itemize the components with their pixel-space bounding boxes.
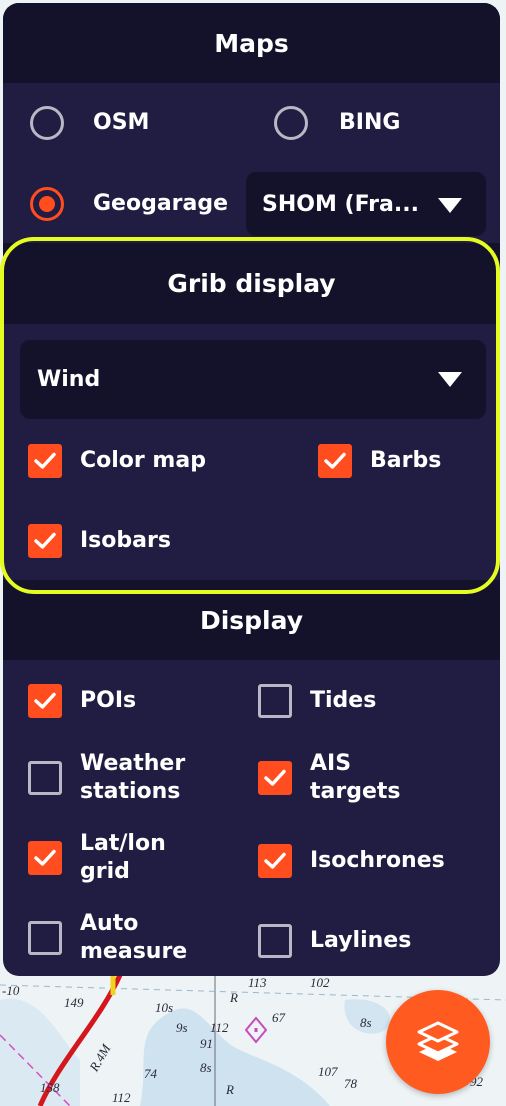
maps-section-header: Maps (3, 3, 500, 83)
grib-section-header: Grib display (3, 243, 500, 324)
chart-depth-label: 107 (318, 1064, 338, 1079)
check-icon (34, 692, 56, 709)
display-isochrones-option[interactable]: Isochrones (258, 844, 445, 878)
grib-isobars-option[interactable]: Isobars (28, 524, 171, 558)
chart-depth-label: 102 (310, 975, 330, 990)
laylines-checkbox[interactable] (258, 924, 292, 958)
chart-depth-label: R (226, 1082, 234, 1097)
display-lat-lon-grid-option[interactable]: Lat/lon grid (28, 830, 166, 886)
display-auto-measure-option[interactable]: Auto measure (28, 910, 187, 966)
chart-depth-label: 112 (112, 1090, 131, 1105)
ais-targets-label: AIS targets (310, 751, 401, 804)
lat-lon-grid-label: Lat/lon grid (80, 831, 166, 884)
chart-depth-label: 91 (200, 1036, 213, 1051)
display-section-header: Display (3, 580, 500, 660)
chart-depth-label: 158 (40, 1080, 60, 1095)
chart-depth-label: 113 (248, 975, 267, 990)
grib-parameter-value: Wind (37, 367, 101, 392)
auto-measure-checkbox[interactable] (28, 921, 62, 955)
geogarage-source-value: SHOM (Fra... (262, 191, 419, 217)
osm-radio[interactable] (30, 106, 64, 140)
color-map-checkbox[interactable] (28, 444, 62, 478)
display-weather-stations-option[interactable]: Weather stations (28, 750, 185, 806)
geogarage-radio[interactable] (30, 187, 64, 221)
tides-checkbox[interactable] (258, 684, 292, 718)
bing-radio[interactable] (274, 106, 308, 140)
chart-depth-label: 149 (64, 995, 84, 1010)
display-tides-option[interactable]: Tides (258, 684, 376, 718)
layers-button[interactable] (386, 990, 490, 1094)
check-icon (34, 849, 56, 866)
layers-icon (417, 1021, 459, 1061)
weather-stations-checkbox[interactable] (28, 761, 62, 795)
isochrones-label: Isochrones (310, 848, 445, 873)
color-map-label: Color map (80, 448, 206, 473)
chart-depth-label: 10s (155, 1000, 174, 1015)
chart-depth-label: 74 (144, 1066, 157, 1081)
check-icon (264, 852, 286, 869)
chart-depth-label: R (230, 990, 238, 1005)
chart-depth-label: 8s (360, 1015, 372, 1030)
pois-label: POIs (80, 688, 137, 713)
chart-depth-label: 112 (210, 1020, 229, 1035)
osm-option[interactable]: OSM (30, 106, 149, 140)
ais-targets-checkbox[interactable] (258, 761, 292, 795)
display-pois-option[interactable]: POIs (28, 684, 136, 718)
geogarage-option[interactable]: Geogarage (30, 187, 228, 221)
isobars-label: Isobars (80, 528, 171, 553)
barbs-checkbox[interactable] (318, 444, 352, 478)
bing-option[interactable]: BING (274, 106, 400, 140)
check-icon (264, 769, 286, 786)
chevron-down-icon (438, 372, 462, 387)
weather-stations-label: Weather stations (80, 751, 186, 804)
map-layers-panel: Maps OSM BING Geogarage SHOM (Fra... Gri… (3, 3, 500, 976)
chart-depth-label: 78 (344, 1076, 357, 1091)
check-icon (34, 452, 56, 469)
pois-checkbox[interactable] (28, 684, 62, 718)
tides-label: Tides (310, 688, 377, 713)
display-laylines-option[interactable]: Laylines (258, 924, 411, 958)
osm-label: OSM (93, 110, 150, 135)
chart-depth-label: 67 (272, 1010, 285, 1025)
chart-depth-label: 9s (176, 1020, 188, 1035)
bing-label: BING (339, 110, 401, 135)
check-icon (34, 532, 56, 549)
chevron-down-icon (438, 198, 462, 213)
geogarage-source-dropdown[interactable]: SHOM (Fra... (246, 172, 486, 236)
barbs-label: Barbs (370, 448, 442, 473)
isochrones-checkbox[interactable] (258, 844, 292, 878)
grib-barbs-option[interactable]: Barbs (318, 444, 441, 478)
check-icon (324, 452, 346, 469)
isobars-checkbox[interactable] (28, 524, 62, 558)
laylines-label: Laylines (310, 928, 412, 953)
lat-lon-grid-checkbox[interactable] (28, 841, 62, 875)
geogarage-label: Geogarage (93, 191, 229, 216)
display-ais-targets-option[interactable]: AIS targets (258, 750, 401, 806)
grib-parameter-dropdown[interactable]: Wind (20, 340, 486, 419)
chart-depth-label: 8s (200, 1060, 212, 1075)
grib-color-map-option[interactable]: Color map (28, 444, 206, 478)
auto-measure-label: Auto measure (80, 911, 188, 964)
chart-depth-label: -10 (2, 983, 20, 998)
